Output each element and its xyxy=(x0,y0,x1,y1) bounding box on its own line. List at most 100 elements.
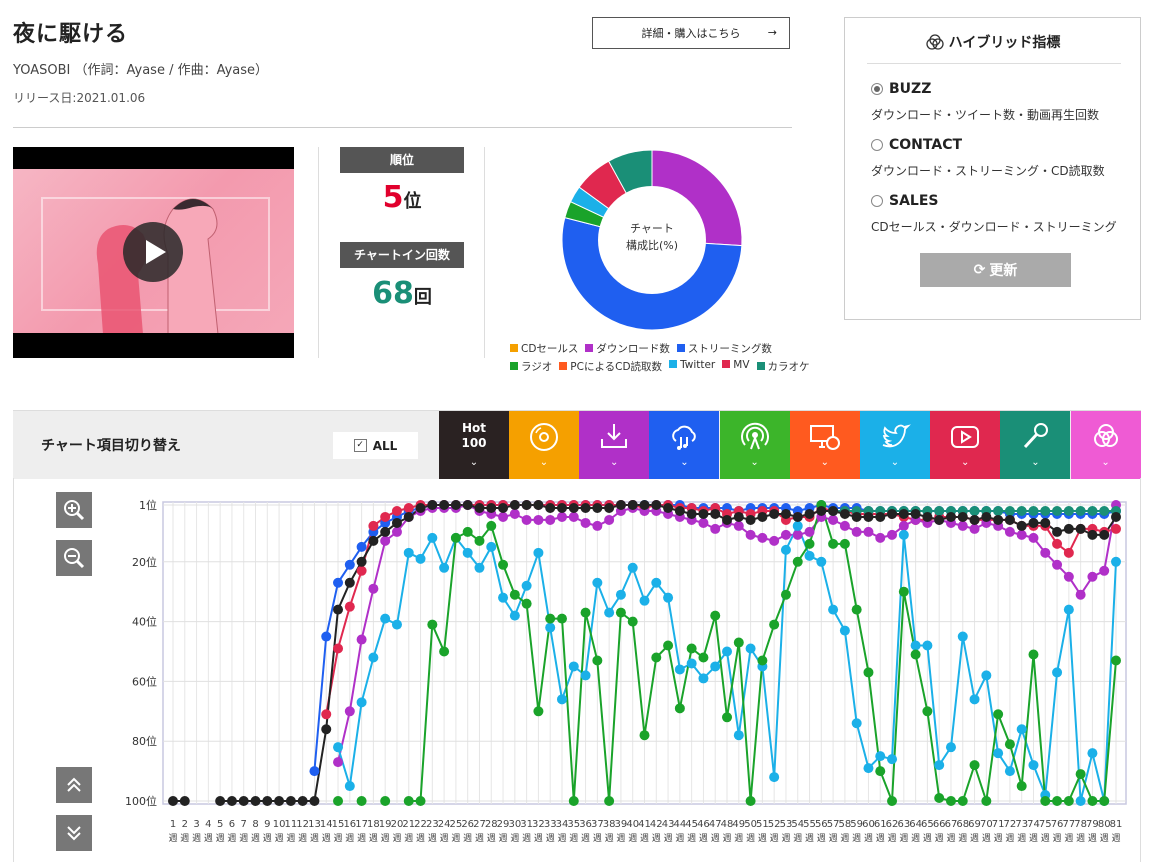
series-point[interactable] xyxy=(380,796,391,806)
series-point[interactable] xyxy=(580,607,591,618)
series-point[interactable] xyxy=(474,535,485,546)
series-point[interactable] xyxy=(533,500,544,510)
video-thumbnail[interactable] xyxy=(13,147,294,358)
tab-video[interactable]: ⌄ xyxy=(930,411,1001,479)
series-point[interactable] xyxy=(780,589,791,600)
series-point[interactable] xyxy=(769,535,780,546)
series-point[interactable] xyxy=(674,505,685,516)
series-point[interactable] xyxy=(321,724,332,735)
series-point[interactable] xyxy=(391,619,402,630)
series-point[interactable] xyxy=(863,526,874,537)
series-point[interactable] xyxy=(356,556,367,567)
series-point[interactable] xyxy=(1040,796,1051,806)
series-point[interactable] xyxy=(521,500,532,510)
series-point[interactable] xyxy=(922,706,933,717)
series-point[interactable] xyxy=(710,661,721,672)
series-point[interactable] xyxy=(356,565,367,576)
series-point[interactable] xyxy=(344,781,355,792)
series-point[interactable] xyxy=(309,766,320,777)
series-point[interactable] xyxy=(509,589,520,600)
series-point[interactable] xyxy=(568,661,579,672)
series-point[interactable] xyxy=(674,703,685,714)
series-point[interactable] xyxy=(403,502,414,513)
series-point[interactable] xyxy=(934,793,945,804)
series-point[interactable] xyxy=(698,517,709,528)
series-point[interactable] xyxy=(427,619,438,630)
series-point[interactable] xyxy=(674,664,685,675)
series-point[interactable] xyxy=(368,652,379,663)
series-point[interactable] xyxy=(745,643,756,654)
series-point[interactable] xyxy=(1111,556,1121,567)
series-point[interactable] xyxy=(521,514,532,525)
series-point[interactable] xyxy=(462,547,473,558)
series-point[interactable] xyxy=(274,796,285,806)
series-point[interactable] xyxy=(1099,505,1110,516)
series-point[interactable] xyxy=(509,500,520,510)
series-point[interactable] xyxy=(321,709,332,720)
series-point[interactable] xyxy=(839,625,850,636)
series-point[interactable] xyxy=(887,754,898,765)
hybrid-option-buzz[interactable]: BUZZ xyxy=(871,81,931,97)
series-point[interactable] xyxy=(1087,796,1098,806)
series-point[interactable] xyxy=(663,502,674,513)
series-point[interactable] xyxy=(828,604,839,615)
tab-twitter[interactable]: ⌄ xyxy=(860,411,930,479)
series-point[interactable] xyxy=(439,646,450,657)
series-point[interactable] xyxy=(1028,532,1039,543)
radio-icon[interactable] xyxy=(871,195,883,207)
series-point[interactable] xyxy=(1028,505,1039,516)
series-point[interactable] xyxy=(1040,505,1051,516)
series-point[interactable] xyxy=(556,613,567,624)
series-point[interactable] xyxy=(580,517,591,528)
series-point[interactable] xyxy=(604,514,615,525)
series-point[interactable] xyxy=(1063,796,1074,806)
series-point[interactable] xyxy=(957,796,968,806)
series-point[interactable] xyxy=(604,607,615,618)
series-point[interactable] xyxy=(1004,514,1015,525)
series-point[interactable] xyxy=(1063,604,1074,615)
series-point[interactable] xyxy=(545,622,556,633)
series-point[interactable] xyxy=(427,500,438,510)
series-point[interactable] xyxy=(580,502,591,513)
series-point[interactable] xyxy=(710,508,721,519)
series-point[interactable] xyxy=(1028,760,1039,771)
play-icon[interactable] xyxy=(123,222,183,282)
series-point[interactable] xyxy=(462,526,473,537)
series-point[interactable] xyxy=(403,547,414,558)
series-point[interactable] xyxy=(627,500,638,510)
series-point[interactable] xyxy=(733,520,744,531)
series-point[interactable] xyxy=(851,718,862,729)
series-point[interactable] xyxy=(792,520,803,531)
series-point[interactable] xyxy=(945,511,956,522)
series-point[interactable] xyxy=(839,520,850,531)
series-point[interactable] xyxy=(344,577,355,588)
series-point[interactable] xyxy=(615,500,626,510)
series-point[interactable] xyxy=(804,538,815,549)
series-point[interactable] xyxy=(898,529,909,540)
series-point[interactable] xyxy=(745,529,756,540)
series-point[interactable] xyxy=(356,541,367,552)
tab-pc-cd[interactable]: ⌄ xyxy=(789,411,860,479)
series-point[interactable] xyxy=(969,514,980,525)
series-point[interactable] xyxy=(368,535,379,546)
series-point[interactable] xyxy=(344,559,355,570)
series-point[interactable] xyxy=(780,529,791,540)
series-point[interactable] xyxy=(733,730,744,741)
series-point[interactable] xyxy=(403,511,414,522)
series-point[interactable] xyxy=(592,502,603,513)
series-point[interactable] xyxy=(226,796,237,806)
series-point[interactable] xyxy=(828,514,839,525)
series-point[interactable] xyxy=(663,640,674,651)
series-point[interactable] xyxy=(780,508,791,519)
series-point[interactable] xyxy=(1004,526,1015,537)
series-point[interactable] xyxy=(1052,526,1063,537)
series-point[interactable] xyxy=(651,500,662,510)
series-point[interactable] xyxy=(462,500,473,510)
series-point[interactable] xyxy=(910,649,921,660)
series-point[interactable] xyxy=(627,562,638,573)
series-point[interactable] xyxy=(1016,781,1027,792)
series-point[interactable] xyxy=(993,514,1004,525)
series-point[interactable] xyxy=(333,604,344,615)
series-point[interactable] xyxy=(580,670,591,681)
series-point[interactable] xyxy=(356,697,367,708)
